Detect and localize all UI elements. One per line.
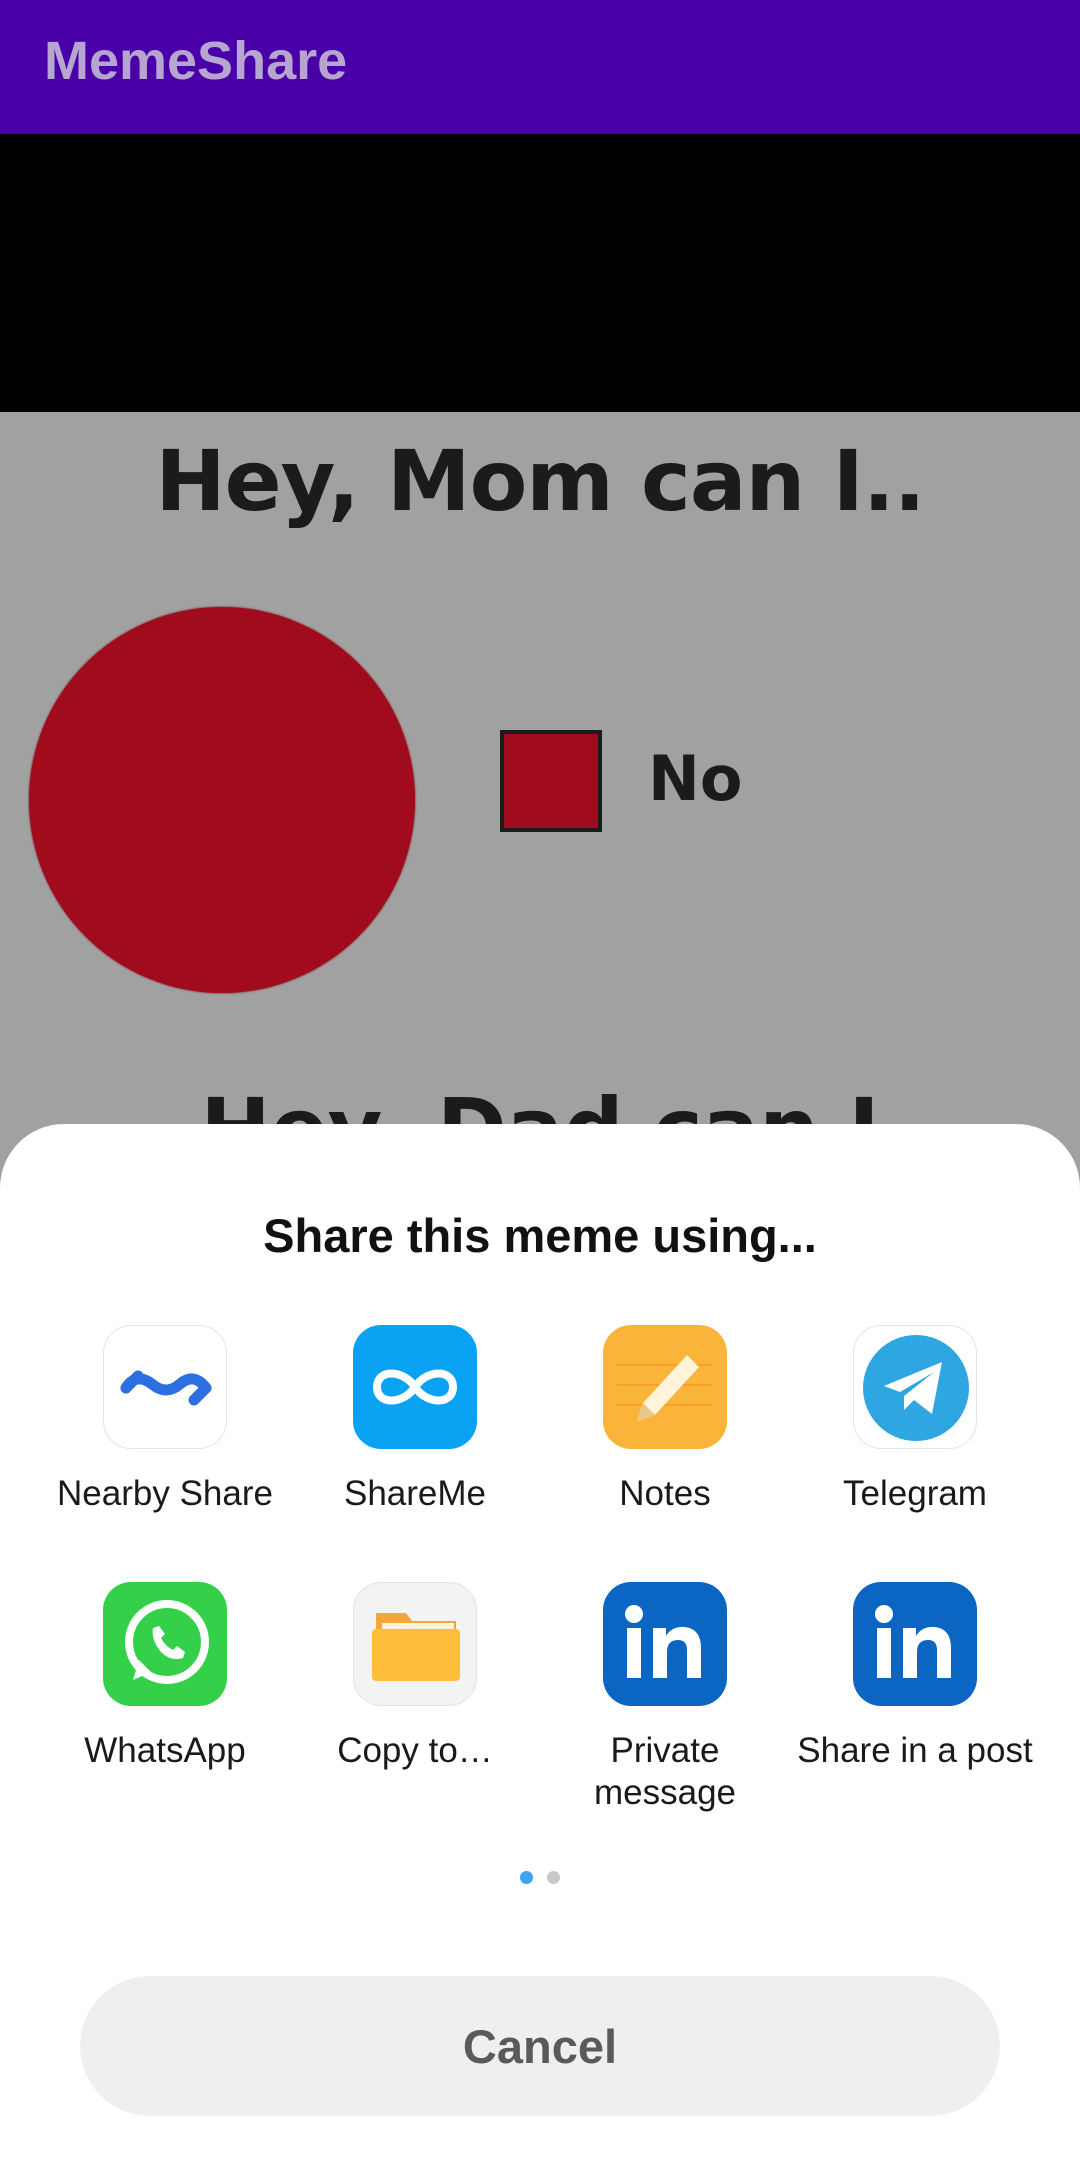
shareme-icon — [353, 1325, 477, 1449]
share-target-shareme[interactable]: ShareMe — [290, 1325, 540, 1515]
whatsapp-icon — [103, 1582, 227, 1706]
app-label: Private message — [593, 1731, 737, 1812]
app-label: WhatsApp — [84, 1731, 246, 1770]
app-label: Share in a post — [797, 1731, 1033, 1770]
app-bar: MemeShare — [0, 0, 1080, 134]
image-letterbox — [0, 134, 1080, 412]
page-dot[interactable] — [547, 1871, 560, 1884]
app-label: Copy to… — [337, 1731, 493, 1770]
meme-legend-swatch — [500, 730, 602, 832]
share-sheet: Share this meme using... Nearby Share Sh… — [0, 1124, 1080, 2163]
share-sheet-title: Share this meme using... — [263, 1209, 817, 1262]
linkedin-icon — [603, 1582, 727, 1706]
notes-icon — [603, 1325, 727, 1449]
telegram-icon — [853, 1325, 977, 1449]
page-indicator — [0, 1871, 1080, 1889]
share-target-notes[interactable]: Notes — [540, 1325, 790, 1515]
share-target-copy-to[interactable]: Copy to… — [290, 1582, 540, 1772]
app-label: Telegram — [843, 1474, 987, 1513]
folder-icon — [353, 1582, 477, 1706]
cancel-button[interactable]: Cancel — [80, 1976, 1000, 2116]
nearby-share-icon — [103, 1325, 227, 1449]
page-dot-active[interactable] — [520, 1871, 533, 1884]
meme-legend-label: No — [648, 742, 743, 815]
share-target-nearby-share[interactable]: Nearby Share — [40, 1325, 290, 1515]
share-target-whatsapp[interactable]: WhatsApp — [40, 1582, 290, 1772]
share-target-private-message[interactable]: Private message — [540, 1582, 790, 1814]
share-target-share-in-post[interactable]: Share in a post — [790, 1582, 1040, 1772]
meme-title: Hey, Mom can I.. — [155, 432, 925, 530]
meme-pie-circle — [29, 607, 415, 993]
linkedin-icon — [853, 1582, 977, 1706]
app-title: MemeShare — [44, 31, 348, 91]
share-target-telegram[interactable]: Telegram — [790, 1325, 1040, 1515]
app-label: Nearby Share — [57, 1474, 273, 1513]
app-label: ShareMe — [343, 1474, 487, 1513]
app-label: Notes — [619, 1474, 711, 1513]
